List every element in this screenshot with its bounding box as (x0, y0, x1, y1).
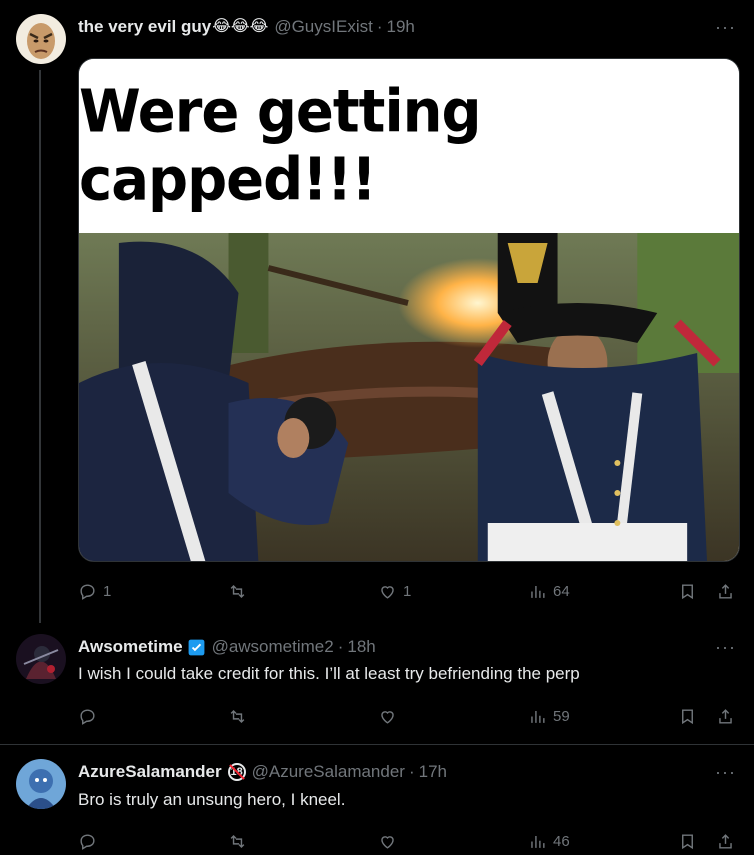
like-button[interactable] (378, 829, 397, 853)
author-handle[interactable]: @AzureSalamander (252, 761, 405, 783)
author-handle[interactable]: @awsometime2 (212, 636, 334, 658)
separator-dot: · (337, 637, 344, 656)
like-icon (381, 585, 394, 599)
meme-photo (79, 233, 739, 561)
repost-button[interactable] (228, 579, 247, 603)
thread-line (39, 70, 41, 623)
post-text: I wish I could take credit for this. I’l… (78, 664, 580, 683)
verified-icon (188, 639, 204, 655)
share-button[interactable] (716, 704, 735, 728)
share-button[interactable] (716, 579, 735, 603)
repost-icon (230, 584, 245, 598)
more-options-icon[interactable]: ··· (715, 763, 736, 781)
post-header: Awsometime @awsometime2 · 18h (78, 636, 376, 658)
reply-icon (80, 708, 95, 725)
post-main[interactable]: the very evil guy 😂😂😂 @GuysIExist · 19h … (0, 0, 754, 630)
name-emoji: 😂😂😂 (212, 18, 269, 35)
reply-count: 1 (103, 582, 112, 600)
post-media[interactable]: Were getting capped!!! (78, 58, 740, 562)
views-count: 59 (553, 707, 570, 725)
share-icon (719, 708, 732, 724)
meme-caption: Were getting capped!!! (79, 59, 739, 233)
avatar[interactable] (16, 14, 66, 64)
repost-icon (230, 709, 245, 723)
age-restriction-badge: 18 (227, 763, 246, 781)
post-actions: 1 1 64 (78, 579, 740, 603)
like-count: 1 (403, 582, 412, 600)
reply-button[interactable]: 1 (78, 579, 111, 603)
meme-caption-text: Were getting capped!!! (79, 77, 482, 215)
reply-button[interactable] (78, 704, 97, 728)
reply-icon (80, 583, 95, 600)
post-header: AzureSalamander 18 @AzureSalamander · 17… (78, 761, 447, 783)
bookmark-icon (682, 583, 693, 599)
reply-post[interactable]: Awsometime @awsometime2 · 18h ··· I wish… (0, 630, 754, 744)
bookmark-icon (682, 708, 693, 724)
views-count: 64 (553, 582, 570, 600)
repost-icon (230, 834, 245, 848)
share-button[interactable] (716, 829, 735, 853)
bookmark-button[interactable] (678, 704, 697, 728)
views-button[interactable]: 46 (528, 829, 570, 853)
views-count: 46 (553, 832, 570, 850)
bookmark-icon (682, 833, 693, 849)
post-time[interactable]: 18h (347, 636, 375, 658)
share-icon (719, 583, 732, 599)
author-name[interactable]: Awsometime (78, 636, 183, 658)
avatar[interactable] (16, 759, 66, 809)
post-time[interactable]: 17h (419, 761, 447, 783)
like-icon (381, 710, 394, 724)
views-icon (531, 710, 545, 723)
like-icon (381, 835, 394, 849)
share-icon (719, 833, 732, 849)
more-options-icon[interactable]: ··· (715, 18, 736, 36)
separator-dot: · (376, 17, 383, 36)
bookmark-button[interactable] (678, 829, 697, 853)
reply-post[interactable]: AzureSalamander 18 @AzureSalamander · 17… (0, 745, 754, 855)
post-actions: 46 (78, 829, 740, 853)
more-options-icon[interactable]: ··· (715, 638, 736, 656)
repost-button[interactable] (228, 704, 247, 728)
post-actions: 59 (78, 704, 740, 728)
repost-button[interactable] (228, 829, 247, 853)
like-button[interactable] (378, 704, 397, 728)
separator-dot: · (408, 762, 415, 781)
views-button[interactable]: 59 (528, 704, 570, 728)
bookmark-button[interactable] (678, 579, 697, 603)
reply-button[interactable] (78, 829, 97, 853)
avatar[interactable] (16, 634, 66, 684)
reply-icon (80, 833, 95, 850)
author-handle[interactable]: @GuysIExist (274, 16, 373, 38)
author-name[interactable]: AzureSalamander (78, 761, 222, 783)
post-time[interactable]: 19h (387, 16, 415, 38)
like-button[interactable]: 1 (378, 579, 411, 603)
post-text: Bro is truly an unsung hero, I kneel. (78, 790, 346, 809)
views-icon (531, 585, 545, 598)
author-name[interactable]: the very evil guy (78, 16, 211, 38)
post-header: the very evil guy 😂😂😂 @GuysIExist · 19h (78, 16, 415, 38)
views-icon (531, 835, 545, 848)
views-button[interactable]: 64 (528, 579, 570, 603)
